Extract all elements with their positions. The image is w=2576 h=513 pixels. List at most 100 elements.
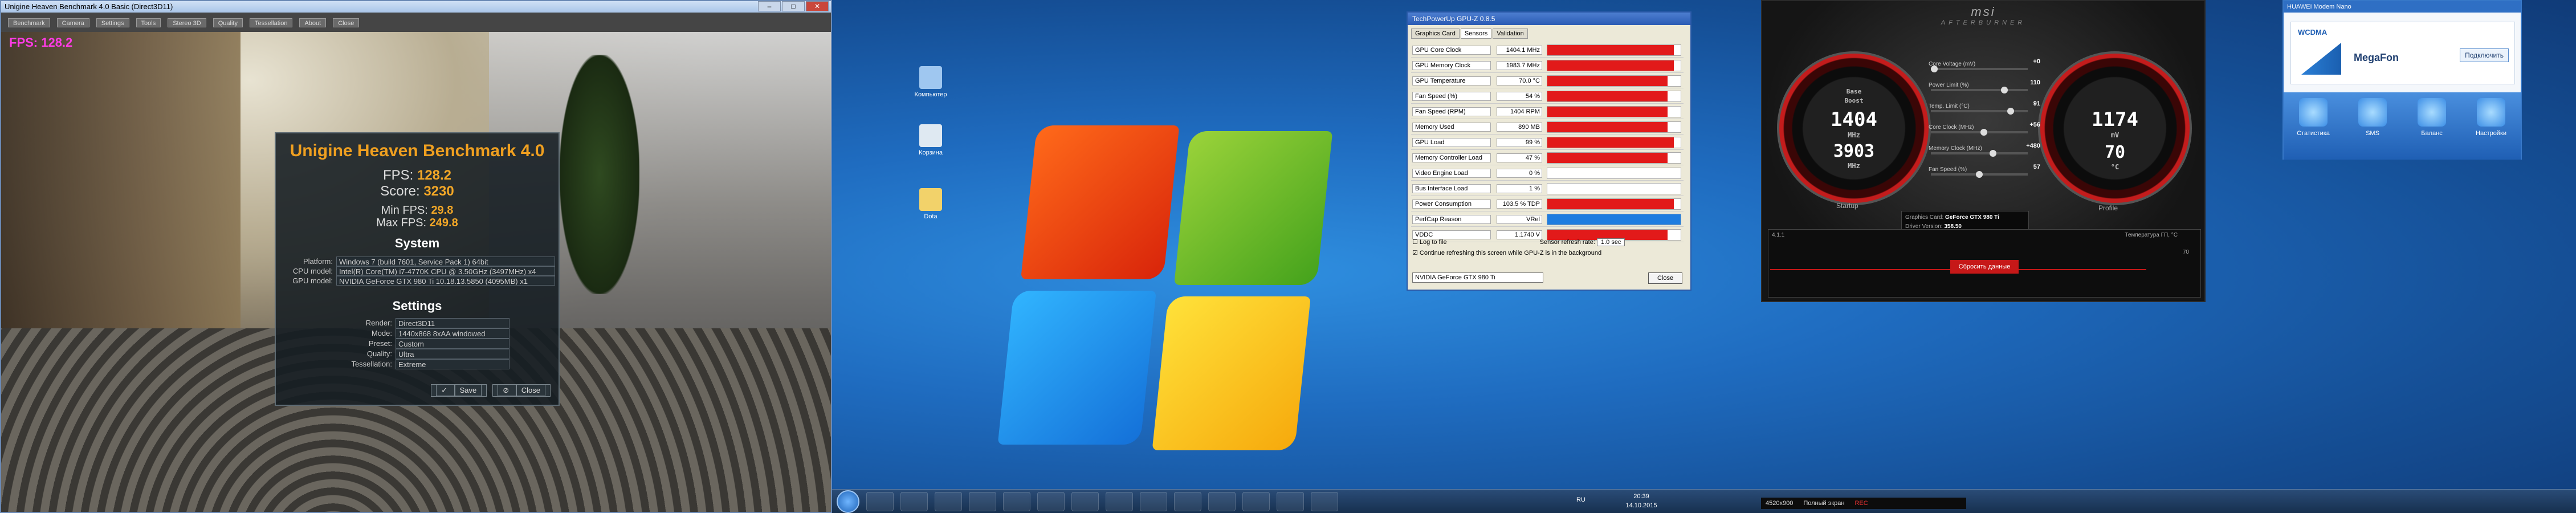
slider-knob[interactable] bbox=[1980, 129, 1987, 136]
language-indicator[interactable]: RU bbox=[1576, 496, 1585, 503]
gpuz-close-button[interactable]: Close bbox=[1648, 272, 1682, 284]
gpuz-window[interactable]: TechPowerUp GPU-Z 0.8.5 Graphics Card Se… bbox=[1407, 11, 1691, 291]
taskbar-app-icon[interactable] bbox=[1277, 492, 1304, 511]
heaven-window[interactable]: Unigine Heaven Benchmark 4.0 Basic (Dire… bbox=[0, 0, 832, 513]
maximize-button[interactable]: □ bbox=[782, 1, 805, 11]
slider-knob[interactable] bbox=[1931, 66, 1938, 72]
tab-graphics-card[interactable]: Graphics Card bbox=[1411, 28, 1460, 39]
menu-settings[interactable]: Settings bbox=[96, 18, 129, 27]
ab-slider[interactable]: Temp. Limit (°C) 91 bbox=[1929, 100, 2040, 120]
rec-button[interactable]: REC bbox=[1854, 498, 1868, 509]
slider-knob[interactable] bbox=[1976, 171, 1983, 178]
settings-row: Render: Direct3D11 bbox=[339, 318, 510, 328]
huawei-modem-window[interactable]: HUAWEI Modem Nano WCDMA MegaFon Подключи… bbox=[2282, 0, 2522, 160]
sensor-graph-fill bbox=[1547, 153, 1668, 163]
icon-label: Корзина bbox=[919, 149, 943, 156]
tab-validation[interactable]: Validation bbox=[1493, 28, 1528, 39]
slider-track[interactable] bbox=[1931, 68, 2028, 70]
sensor-label[interactable]: Memory Used bbox=[1412, 123, 1491, 132]
slider-knob[interactable] bbox=[2007, 108, 2015, 115]
sensor-value: 70.0 °C bbox=[1497, 76, 1542, 85]
slider-track[interactable] bbox=[1931, 152, 2028, 154]
menu-quality[interactable]: Quality bbox=[213, 18, 243, 27]
sensor-label[interactable]: Fan Speed (%) bbox=[1412, 92, 1491, 101]
sensor-label[interactable]: Power Consumption bbox=[1412, 199, 1491, 209]
connect-button[interactable]: Подключить bbox=[2460, 48, 2509, 62]
slider-track[interactable] bbox=[1931, 131, 2028, 133]
network-type: WCDMA bbox=[2298, 28, 2328, 36]
taskbar-opera-icon[interactable] bbox=[866, 492, 894, 511]
sensor-label[interactable]: PerfCap Reason bbox=[1412, 215, 1491, 224]
slider-knob[interactable] bbox=[2001, 87, 2008, 93]
minimize-button[interactable]: – bbox=[758, 1, 781, 11]
card-name: GeForce GTX 980 Ti bbox=[1945, 214, 1999, 221]
sensor-label[interactable]: GPU Memory Clock bbox=[1412, 61, 1491, 70]
row-value: Intel(R) Core(TM) i7-4770K CPU @ 3.50GHz… bbox=[336, 266, 555, 276]
ab-slider[interactable]: Fan Speed (%) 57 bbox=[1929, 164, 2040, 183]
reset-button[interactable]: Сбросить данные bbox=[1950, 260, 2019, 274]
slider-knob[interactable] bbox=[1989, 150, 1996, 157]
settings-heading: Settings bbox=[392, 299, 442, 313]
gpuz-options: ☐ Log to file Sensor refresh rate: 1.0 s… bbox=[1412, 238, 1688, 256]
modem-toolbar: Статистика SMS Баланс Настройки bbox=[2284, 92, 2521, 160]
capture-mode[interactable]: Полный экран bbox=[1803, 498, 1844, 509]
start-button[interactable] bbox=[837, 490, 859, 513]
menu-close[interactable]: Close bbox=[333, 18, 360, 27]
sensor-label[interactable]: Memory Controller Load bbox=[1412, 153, 1491, 162]
continue-option[interactable]: ☑ Continue refreshing this screen while … bbox=[1412, 249, 1688, 256]
taskbar-app-icon[interactable] bbox=[1037, 492, 1065, 511]
item-label: Настройки bbox=[2476, 130, 2506, 137]
close-button[interactable]: ✕ bbox=[806, 1, 829, 11]
desktop-icon-computer[interactable]: Компьютер bbox=[905, 66, 956, 98]
item-label: SMS bbox=[2366, 130, 2379, 137]
clock[interactable]: 20:39 14.10.2015 bbox=[1619, 492, 1664, 510]
statistics-icon bbox=[2299, 98, 2328, 127]
stats-button[interactable]: Статистика bbox=[2290, 98, 2336, 160]
taskbar-steam-icon[interactable] bbox=[935, 492, 962, 511]
sensor-label[interactable]: GPU Load bbox=[1412, 138, 1491, 147]
refresh-select[interactable]: 1.0 sec bbox=[1596, 238, 1625, 246]
sensor-label[interactable]: GPU Core Clock bbox=[1412, 46, 1491, 55]
taskbar-app-icon[interactable] bbox=[1174, 492, 1201, 511]
desktop-icon-recycle-bin[interactable]: Корзина bbox=[905, 124, 956, 156]
ab-slider[interactable]: Core Clock (MHz) +56 bbox=[1929, 121, 2040, 141]
menu-tools[interactable]: Tools bbox=[136, 18, 161, 27]
close-panel-button[interactable]: ⊘ Close bbox=[492, 384, 551, 397]
menu-benchmark[interactable]: Benchmark bbox=[8, 18, 50, 27]
menu-camera[interactable]: Camera bbox=[56, 18, 89, 27]
menu-tessellation[interactable]: Tessellation bbox=[249, 18, 293, 27]
log-option[interactable]: ☐ Log to file Sensor refresh rate: 1.0 s… bbox=[1412, 238, 1688, 246]
menu-stereo[interactable]: Stereo 3D bbox=[168, 18, 206, 27]
ab-slider[interactable]: Power Limit (%) 110 bbox=[1929, 79, 2040, 99]
menu-about[interactable]: About bbox=[299, 18, 327, 27]
taskbar-app-icon[interactable] bbox=[1311, 492, 1338, 511]
desktop[interactable]: Компьютер Корзина Dota TechPowerUp GPU-Z… bbox=[832, 0, 2576, 495]
save-button[interactable]: ✓ Save bbox=[431, 384, 487, 397]
taskbar-box-icon[interactable] bbox=[1003, 492, 1030, 511]
gpu-select[interactable]: NVIDIA GeForce GTX 980 Ti bbox=[1412, 272, 1543, 283]
taskbar-app-icon[interactable] bbox=[1071, 492, 1099, 511]
capture-resolution[interactable]: 4520x900 bbox=[1766, 498, 1793, 509]
taskbar-record-icon[interactable] bbox=[969, 492, 996, 511]
sensor-row: GPU Load 99 % bbox=[1411, 135, 1684, 150]
taskbar-terminal-icon[interactable] bbox=[1106, 492, 1133, 511]
sensor-label[interactable]: GPU Temperature bbox=[1412, 76, 1491, 85]
slider-track[interactable] bbox=[1931, 89, 2028, 91]
tab-sensors[interactable]: Sensors bbox=[1460, 28, 1492, 39]
taskbar-app-icon[interactable] bbox=[1242, 492, 1270, 511]
taskbar-app-icon[interactable] bbox=[1140, 492, 1167, 511]
settings-button[interactable]: Настройки bbox=[2468, 98, 2514, 160]
afterburner-window[interactable]: msi AFTERBURNER Base Boost 1404 MHz 3903 … bbox=[1761, 0, 2206, 302]
sensor-label[interactable]: Fan Speed (RPM) bbox=[1412, 107, 1491, 116]
desktop-icon-folder[interactable]: Dota bbox=[905, 188, 956, 220]
sms-button[interactable]: SMS bbox=[2350, 98, 2395, 160]
ab-slider[interactable]: Core Voltage (mV) +0 bbox=[1929, 58, 2040, 78]
ab-slider[interactable]: Memory Clock (MHz) +480 bbox=[1929, 142, 2040, 162]
slider-value: +56 bbox=[2029, 121, 2040, 128]
sensor-label[interactable]: Bus Interface Load bbox=[1412, 184, 1491, 193]
taskbar-app-icon[interactable] bbox=[1208, 492, 1236, 511]
taskbar-game-icon[interactable] bbox=[900, 492, 928, 511]
settings-row: Tessellation: Extreme bbox=[339, 359, 510, 369]
sensor-label[interactable]: Video Engine Load bbox=[1412, 169, 1491, 178]
balance-button[interactable]: Баланс bbox=[2409, 98, 2455, 160]
